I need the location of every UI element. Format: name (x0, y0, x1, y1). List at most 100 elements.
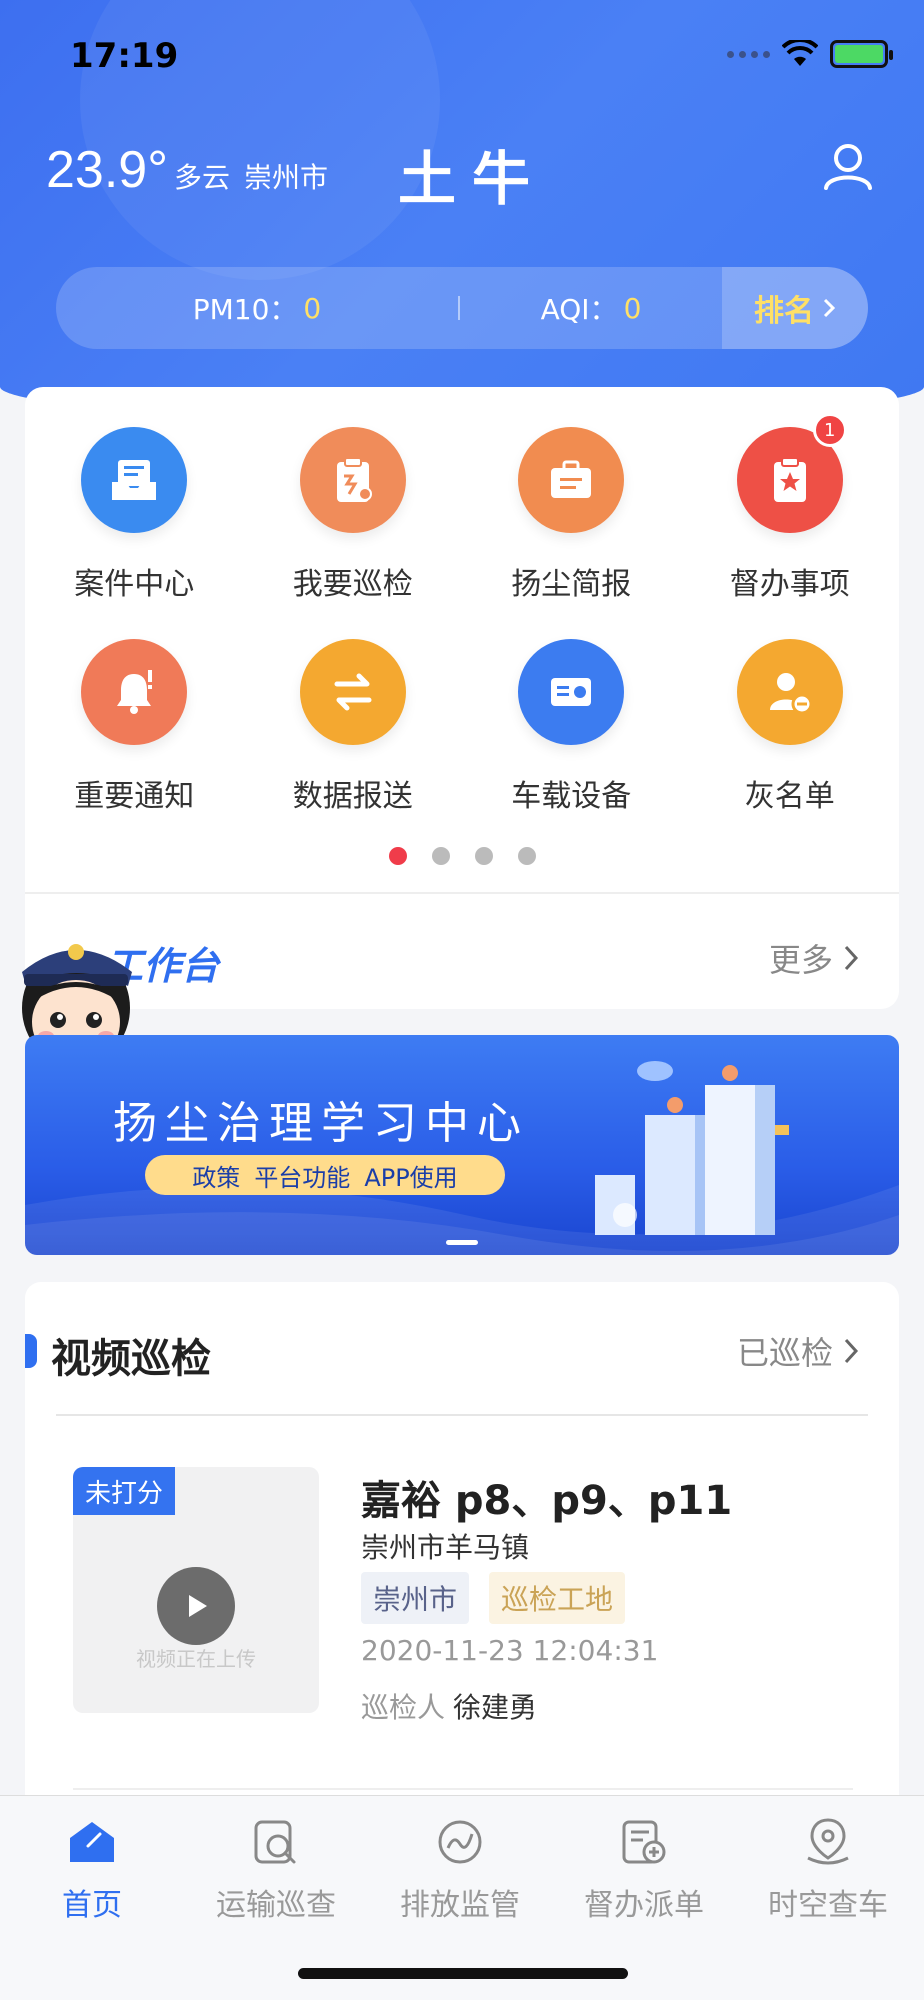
tab-spacetime-vehicle[interactable]: 时空查车 (736, 1796, 920, 1936)
tab-transport-inspection[interactable]: 运输巡查 (184, 1796, 368, 1936)
pill-item: 平台功能 (254, 1163, 351, 1192)
air-quality-bar: PM10： 0 AQI： 0 排名 (56, 267, 868, 349)
grid-item-patrol[interactable]: 我要巡检 (244, 427, 463, 603)
banner-page-indicator (446, 1240, 478, 1245)
grid-label: 督办事项 (729, 567, 850, 602)
location-pin-icon (807, 1818, 849, 1865)
tab-label: 时空查车 (768, 1888, 888, 1923)
grid-label: 我要巡检 (292, 567, 413, 602)
ranking-label: 排名 (754, 294, 814, 329)
tab-emission-regulation[interactable]: 排放监管 (368, 1796, 552, 1936)
doc-add-icon (622, 1820, 666, 1864)
page-dot[interactable] (431, 847, 450, 865)
status-time: 17:19 (70, 36, 179, 76)
user-profile-icon[interactable] (820, 138, 876, 194)
grid-item-graylist[interactable]: 灰名单 (681, 639, 900, 815)
aqi-indicator: AQI： 0 (460, 288, 722, 328)
pm10-indicator: PM10： 0 (56, 288, 458, 328)
tab-label: 督办派单 (584, 1888, 704, 1923)
tab-label: 排放监管 (400, 1888, 520, 1923)
aqi-value: 0 (623, 291, 642, 325)
score-status-tag: 未打分 (73, 1467, 176, 1515)
workbench-more-link[interactable]: 更多 (769, 935, 859, 981)
app-title: 土牛 (398, 145, 547, 213)
briefcase-report-icon (518, 427, 625, 533)
clipboard-star-icon: 1 (736, 413, 847, 533)
status-bar: 17:19 (0, 0, 924, 110)
type-tag: 巡检工地 (489, 1572, 626, 1624)
more-label: 更多 (768, 941, 833, 979)
play-icon[interactable] (157, 1567, 235, 1645)
grid-item-vehicle-device[interactable]: 车载设备 (462, 639, 681, 815)
inspector-label: 巡检人 (361, 1691, 446, 1724)
site-address: 崇州市羊马镇 (361, 1531, 530, 1564)
section-accent (25, 1334, 37, 1368)
chevron-right-icon (823, 298, 836, 318)
weather-info: 23.9° 多云 崇州市 (46, 140, 328, 200)
page-dot[interactable] (474, 847, 493, 865)
patrol-time: 2020-11-23 12:04:31 (361, 1634, 659, 1667)
site-title[interactable]: 嘉裕 p8、p9、p11 (361, 1468, 732, 1526)
patrolled-link[interactable]: 已巡检 (737, 1328, 859, 1374)
grid-item-dust-report[interactable]: 扬尘简报 (462, 427, 681, 603)
device-card-icon (518, 639, 625, 745)
page-dot[interactable] (388, 847, 407, 865)
data-towers-illustration (595, 1061, 789, 1235)
ranking-button[interactable]: 排名 (722, 267, 868, 349)
region-tag: 崇州市 (361, 1572, 470, 1624)
grid-label: 案件中心 (74, 567, 195, 602)
grid-item-data-submit[interactable]: 数据报送 (244, 639, 463, 815)
grid-item-notice[interactable]: 重要通知 (25, 639, 244, 815)
tab-label: 运输巡查 (216, 1888, 336, 1923)
home-icon (70, 1822, 114, 1862)
home-indicator (298, 1968, 628, 1979)
tab-label: 首页 (62, 1888, 122, 1923)
grid-label: 车载设备 (511, 779, 632, 814)
page-dot[interactable] (517, 847, 536, 865)
battery-icon (830, 40, 893, 68)
divider (25, 892, 899, 894)
trend-circle-icon (438, 1820, 482, 1864)
function-grid: 案件中心 我要巡检 扬尘简报 1 督办事项 重要通知 数据报送 车载设备 灰名单 (25, 413, 900, 815)
swap-arrows-icon (299, 639, 406, 745)
video-patrol-card: 视频巡检 已巡检 未打分 视频正在上传 嘉裕 p8、p9、p11 崇州市羊马镇 … (25, 1282, 899, 1802)
inspector-name: 徐建勇 (453, 1691, 538, 1724)
inbox-icon (81, 427, 188, 533)
divider (73, 1788, 853, 1790)
bell-alert-icon (81, 639, 188, 745)
notification-badge: 1 (812, 413, 847, 447)
temperature: 23.9° (46, 141, 169, 199)
patrolled-label: 已巡检 (736, 1334, 833, 1372)
pm10-value: 0 (303, 291, 322, 325)
tab-home[interactable]: 首页 (0, 1796, 184, 1936)
user-minus-icon (736, 639, 843, 745)
signal-icon (727, 50, 770, 58)
divider (56, 1414, 868, 1416)
pill-item: 政策 (192, 1163, 241, 1192)
city-name[interactable]: 崇州市 (244, 156, 328, 196)
search-doc-icon (254, 1820, 296, 1864)
pill-item: APP使用 (364, 1163, 458, 1192)
grid-label: 数据报送 (292, 779, 413, 814)
weather-description: 多云 (174, 161, 231, 194)
learning-center-banner[interactable]: 扬尘治理学习中心 政策 平台功能 APP使用 (25, 1035, 899, 1255)
status-icons (727, 40, 893, 68)
banner-pill: 政策 平台功能 APP使用 (145, 1155, 505, 1195)
chevron-right-icon (844, 1338, 859, 1364)
page-indicator (25, 847, 899, 865)
function-grid-card: 案件中心 我要巡检 扬尘简报 1 督办事项 重要通知 数据报送 车载设备 灰名单… (25, 387, 899, 1009)
inspector-info: 巡检人 徐建勇 (361, 1686, 537, 1726)
video-thumbnail[interactable]: 未打分 视频正在上传 (73, 1467, 319, 1713)
grid-label: 灰名单 (744, 779, 835, 814)
grid-label: 扬尘简报 (511, 567, 632, 602)
wifi-icon (782, 40, 818, 66)
clipboard-patrol-icon (299, 427, 406, 533)
banner-title: 扬尘治理学习中心 (113, 1098, 529, 1149)
tab-supervision-dispatch[interactable]: 督办派单 (552, 1796, 736, 1936)
upload-status-text: 视频正在上传 (136, 1647, 256, 1671)
grid-item-case-center[interactable]: 案件中心 (25, 427, 244, 603)
chevron-right-icon (844, 945, 859, 971)
aqi-label: AQI： (540, 293, 618, 326)
section-title: 视频巡检 (51, 1336, 211, 1382)
grid-item-supervision[interactable]: 1 督办事项 (681, 413, 900, 603)
